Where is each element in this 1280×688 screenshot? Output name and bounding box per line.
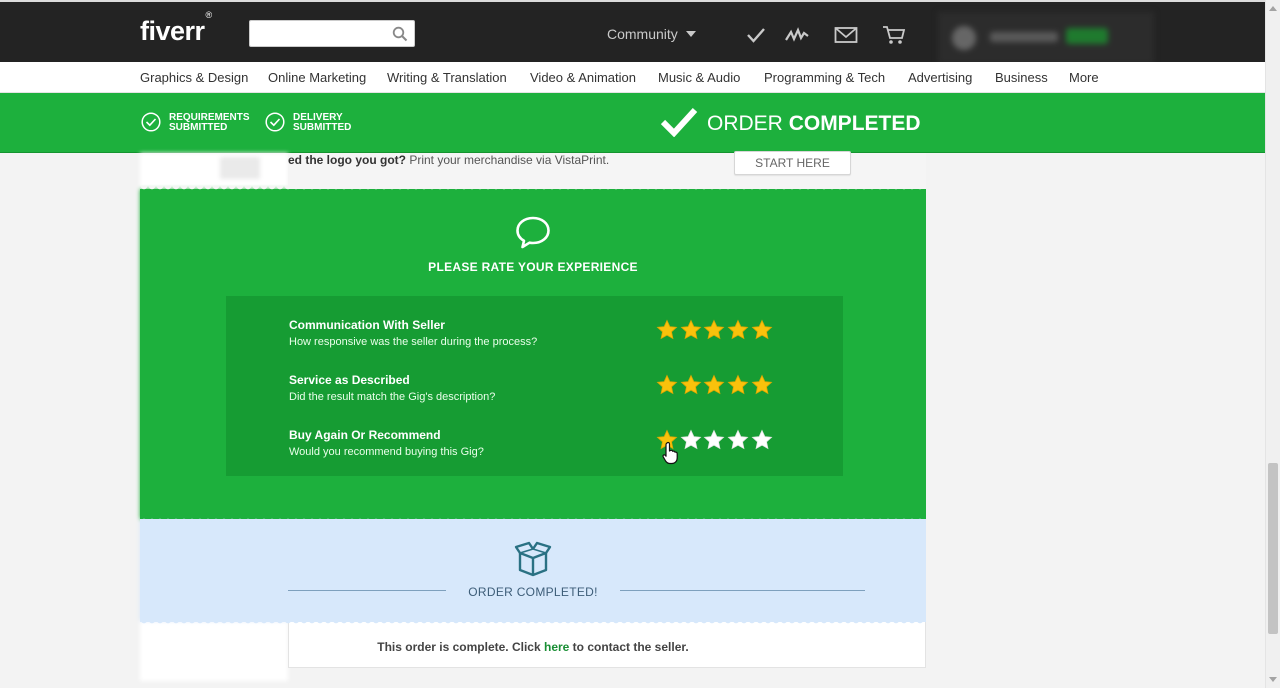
criterion-description: Would you recommend buying this Gig?	[289, 446, 484, 458]
community-dropdown[interactable]: Community	[607, 26, 696, 42]
star-filled-icon[interactable]	[656, 374, 678, 396]
star-filled-icon[interactable]	[656, 319, 678, 341]
fiverr-logo[interactable]: fiverr®	[140, 10, 212, 47]
start-here-button[interactable]: START HERE	[734, 151, 851, 175]
scrollbar-thumb[interactable]	[1268, 463, 1278, 634]
star-filled-icon[interactable]	[727, 319, 749, 341]
category-nav: Graphics & Design Online Marketing Writi…	[0, 62, 1265, 93]
criterion-title: Communication With Seller	[289, 318, 445, 332]
vistaprint-text: ed the logo you got? Print your merchand…	[288, 153, 610, 167]
user-account-menu[interactable]	[938, 12, 1154, 64]
criterion-communication: Communication With Seller How responsive…	[289, 318, 537, 348]
category-video-animation[interactable]: Video & Animation	[530, 70, 636, 85]
check-circle-icon	[265, 112, 285, 132]
star-filled-icon[interactable]	[680, 319, 702, 341]
check-circle-icon	[141, 112, 161, 132]
divider-line-left	[288, 590, 446, 591]
category-business[interactable]: Business	[995, 70, 1048, 85]
zigzag-divider	[140, 620, 926, 626]
criterion-description: How responsive was the seller during the…	[289, 336, 538, 348]
order-progress-bar: REQUIREMENTS SUBMITTED DELIVERY SUBMITTED	[0, 93, 1265, 153]
category-more[interactable]: More	[1069, 70, 1099, 85]
top-header: fiverr® Community	[0, 0, 1265, 64]
star-filled-icon[interactable]	[727, 374, 749, 396]
category-programming-tech[interactable]: Programming & Tech	[764, 70, 885, 85]
star-empty-icon[interactable]	[680, 429, 702, 451]
mail-icon[interactable]	[834, 24, 858, 46]
big-checkmark-icon	[660, 107, 698, 137]
star-empty-icon[interactable]	[727, 429, 749, 451]
order-complete-note: This order is complete. Click here to co…	[377, 640, 689, 654]
category-advertising[interactable]: Advertising	[908, 70, 972, 85]
criterion-title: Service as Described	[289, 373, 410, 387]
contact-seller-link[interactable]: here	[544, 640, 569, 654]
scroll-up-arrow-icon[interactable]	[1269, 6, 1277, 11]
star-filled-icon[interactable]	[751, 319, 773, 341]
search-box	[249, 20, 415, 47]
star-empty-icon[interactable]	[703, 429, 725, 451]
criterion-service: Service as Described Did the result matc…	[289, 373, 495, 403]
scroll-down-arrow-icon[interactable]	[1269, 677, 1277, 682]
criterion-title: Buy Again Or Recommend	[289, 428, 441, 442]
speech-bubble-icon	[516, 216, 550, 249]
package-box-icon	[514, 541, 552, 577]
caret-down-icon	[685, 31, 696, 37]
rating-title: PLEASE RATE YOUR EXPERIENCE	[428, 260, 638, 274]
page-scrollbar[interactable]	[1265, 0, 1280, 688]
star-filled-icon[interactable]	[703, 319, 725, 341]
star-filled-icon[interactable]	[680, 374, 702, 396]
category-online-marketing[interactable]: Online Marketing	[268, 70, 366, 85]
star-filled-icon[interactable]	[751, 374, 773, 396]
activity-icon[interactable]	[785, 24, 809, 46]
zigzag-divider	[140, 186, 926, 192]
star-filled-icon[interactable]	[703, 374, 725, 396]
hand-cursor-icon	[662, 441, 678, 465]
search-icon[interactable]	[392, 26, 408, 42]
stars-service[interactable]	[656, 374, 776, 398]
star-empty-icon[interactable]	[751, 429, 773, 451]
avatar	[952, 26, 976, 50]
divider-line-right	[620, 590, 865, 591]
category-graphics-design[interactable]: Graphics & Design	[140, 70, 248, 85]
criterion-buy-again: Buy Again Or Recommend Would you recomme…	[289, 428, 484, 458]
zigzag-divider	[140, 516, 926, 522]
category-writing-translation[interactable]: Writing & Translation	[387, 70, 507, 85]
cart-icon[interactable]	[882, 24, 906, 46]
username-blurred	[990, 32, 1058, 42]
order-completed-label: ORDER COMPLETED!	[468, 585, 598, 599]
vistaprint-promo: ed the logo you got? Print your merchand…	[288, 151, 926, 189]
search-input[interactable]	[250, 21, 390, 46]
stars-communication[interactable]	[656, 319, 776, 343]
balance-badge-blurred	[1066, 28, 1108, 44]
criterion-description: Did the result match the Gig's descripti…	[289, 391, 496, 403]
checkmark-icon[interactable]	[744, 24, 768, 46]
category-music-audio[interactable]: Music & Audio	[658, 70, 740, 85]
